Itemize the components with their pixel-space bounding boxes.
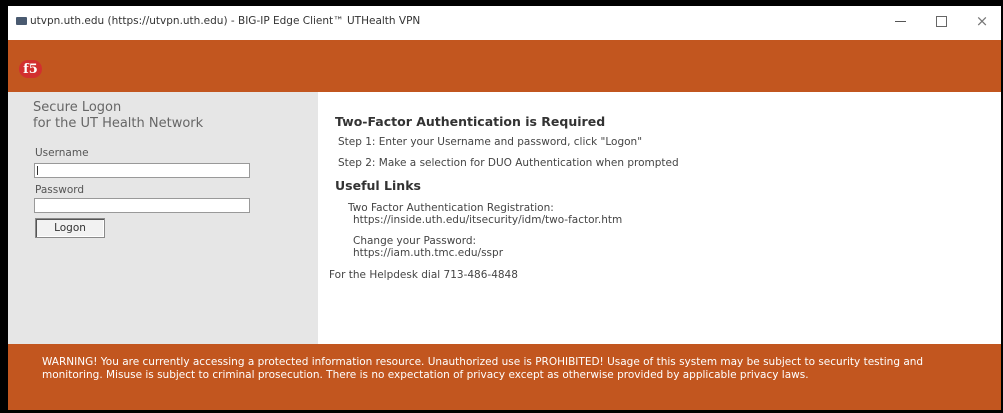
maximize-icon [935,15,947,27]
vpn-client-window: utvpn.uth.edu (https://utvpn.uth.edu) - … [8,6,1001,410]
registration-label: Two Factor Authentication Registration: [348,202,554,214]
password-input[interactable] [34,198,250,213]
secure-logon-title-line1: Secure Logon [33,100,122,115]
secure-logon-title-line2: for the UT Health Network [33,115,204,131]
f5-logo: f5 [19,60,42,78]
two-factor-heading: Two-Factor Authentication is Required [335,114,606,129]
useful-links-heading: Useful Links [335,178,421,193]
close-icon: × [975,11,989,30]
secure-logon-title: Secure Logon for the UT Health Network [33,100,203,131]
password-label: Password [35,184,85,196]
username-label: Username [35,147,89,159]
change-password-link[interactable]: https://iam.uth.tmc.edu/sspr [353,247,503,259]
window-title: utvpn.uth.edu (https://utvpn.uth.edu) - … [30,15,421,27]
username-input[interactable] [34,163,250,178]
info-panel: Two-Factor Authentication is Required St… [318,92,1001,344]
step1-text: Step 1: Enter your Username and password… [338,136,643,148]
logon-button[interactable]: Logon [35,218,105,238]
maximize-button[interactable] [927,10,955,32]
brand-header: f5 [8,40,1001,92]
minimize-icon [894,20,906,22]
app-icon [16,17,27,25]
warning-text: WARNING! You are currently accessing a p… [42,356,924,381]
registration-link[interactable]: https://inside.uth.edu/itsecurity/idm/tw… [353,214,622,226]
close-button[interactable]: × [968,10,996,32]
change-password-label: Change your Password: [353,235,477,247]
title-bar: utvpn.uth.edu (https://utvpn.uth.edu) - … [8,6,1001,40]
minimize-button[interactable] [886,10,914,32]
login-panel: Secure Logon for the UT Health Network U… [8,92,318,344]
step2-text: Step 2: Make a selection for DUO Authent… [338,157,679,169]
helpdesk-text: For the Helpdesk dial 713-486-4848 [329,269,518,281]
text-caret [37,166,38,175]
warning-banner: WARNING! You are currently accessing a p… [8,344,1001,410]
